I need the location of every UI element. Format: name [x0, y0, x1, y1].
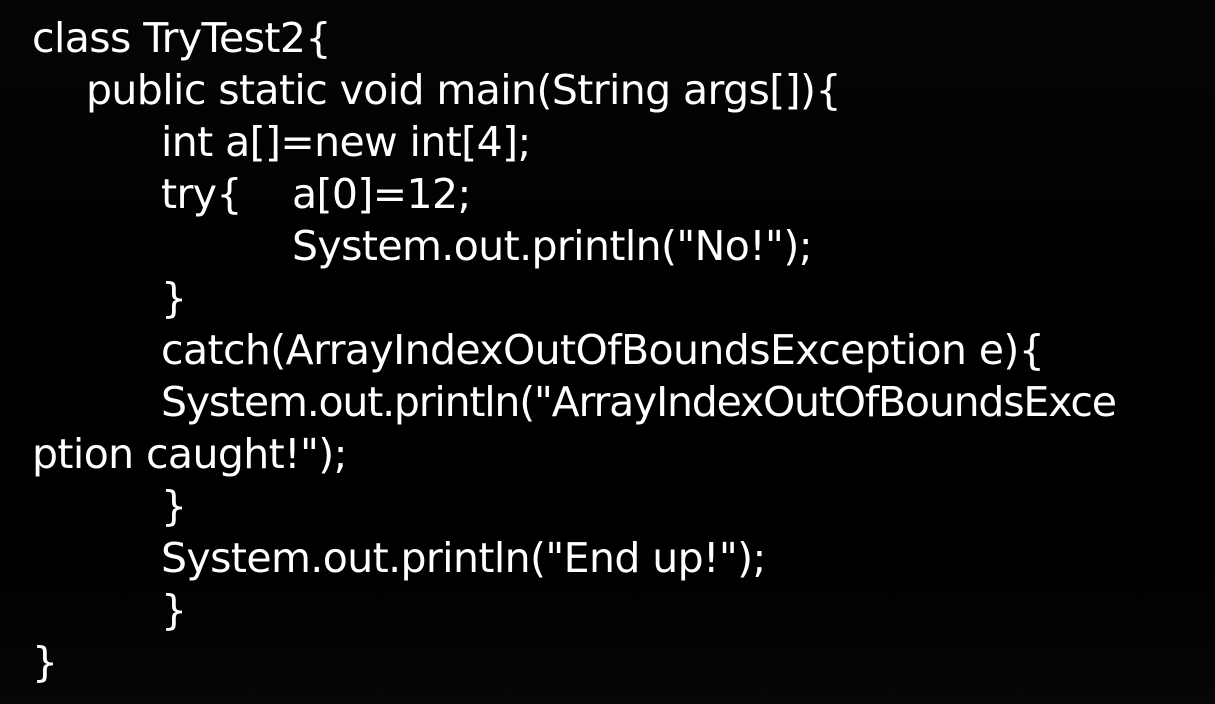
code-line-class-close: }: [32, 638, 58, 686]
code-line-main-close: }: [161, 586, 187, 634]
code-line-print-exception-wrap: ption caught!");: [32, 430, 347, 478]
code-line-class-declaration: class TryTest2{: [32, 14, 331, 62]
code-block: class TryTest2{ public static void main(…: [0, 0, 1215, 704]
code-line-catch-open: catch(ArrayIndexOutOfBoundsException e){: [161, 326, 1045, 374]
code-line-main-method: public static void main(String args[]){: [86, 66, 842, 114]
code-line-array-declaration: int a[]=new int[4];: [161, 118, 531, 166]
code-line-print-end-up: System.out.println("End up!");: [161, 534, 766, 582]
code-line-print-exception: System.out.println("ArrayIndexOutOfBound…: [161, 378, 1117, 426]
code-slide: class TryTest2{ public static void main(…: [0, 0, 1215, 704]
code-line-try-close: }: [161, 274, 187, 322]
code-line-try-open: try{: [161, 170, 242, 218]
code-line-array-assignment: a[0]=12;: [292, 170, 471, 218]
code-line-print-no: System.out.println("No!");: [292, 222, 813, 270]
code-line-catch-close: }: [161, 482, 187, 530]
